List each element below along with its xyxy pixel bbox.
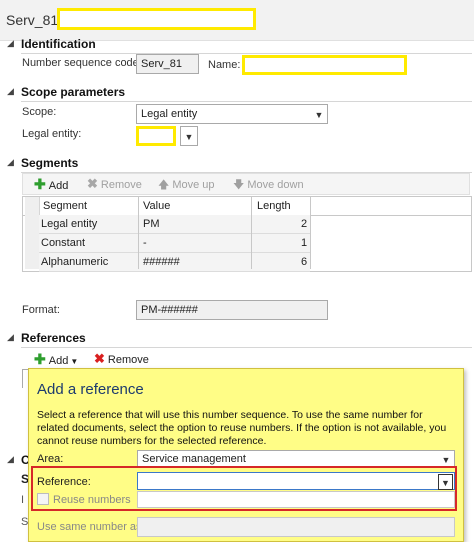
add-segment-button[interactable]: ✚ Add — [34, 176, 68, 193]
add-reference-popup: Add a reference Select a reference that … — [28, 368, 464, 542]
section-divider — [21, 53, 472, 54]
delete-x-icon: ✖ — [87, 176, 98, 191]
move-up-button[interactable]: 🡅 Move up — [158, 176, 215, 195]
section-scope-parameters[interactable]: ◢ Scope parameters — [0, 84, 474, 102]
name-field[interactable] — [242, 55, 407, 75]
segment-cell[interactable]: Alphanumeric — [41, 256, 108, 268]
scope-value: Legal entity — [141, 108, 198, 120]
number-sequence-code-label: Number sequence code: — [22, 57, 142, 69]
row-selector-column — [25, 197, 40, 269]
move-down-button[interactable]: 🡇 Move down — [233, 176, 304, 195]
collapse-caret-icon[interactable]: ◢ — [7, 38, 14, 49]
section-title: References — [21, 331, 86, 345]
column-header-value[interactable]: Value — [143, 200, 170, 212]
column-divider — [251, 197, 252, 269]
length-cell[interactable]: 2 — [301, 218, 307, 230]
value-cell[interactable]: PM — [143, 218, 160, 230]
dropdown-arrow-icon: ▼ — [70, 357, 79, 366]
use-same-number-field[interactable] — [137, 517, 455, 537]
scope-dropdown[interactable]: Legal entity ▼ — [136, 104, 328, 124]
remove-reference-button[interactable]: ✖ Remove — [94, 351, 149, 367]
name-label: Name: — [208, 59, 241, 71]
length-cell[interactable]: 6 — [301, 256, 307, 268]
arrow-up-icon: 🡅 — [158, 179, 170, 191]
segment-cell[interactable]: Constant — [41, 237, 85, 249]
section-references[interactable]: ◢ References — [0, 330, 474, 348]
number-sequence-code-field[interactable]: Serv_81 — [136, 54, 199, 74]
use-same-number-label: Use same number as: — [37, 521, 145, 533]
collapse-caret-icon[interactable]: ◢ — [7, 332, 14, 343]
chevron-down-icon[interactable]: ▼ — [311, 105, 327, 123]
legal-entity-label: Legal entity: — [22, 128, 82, 140]
scope-label: Scope: — [22, 106, 57, 118]
section-title: Segments — [21, 156, 79, 170]
chevron-down-icon[interactable]: ▼ — [181, 127, 197, 145]
column-header-segment[interactable]: Segment — [43, 200, 87, 212]
section-title: Scope parameters — [21, 85, 126, 99]
title-name-field[interactable] — [57, 8, 256, 30]
segments-grid: Segment Value Length Legal entity PM 2 C… — [22, 196, 472, 272]
section-divider — [21, 101, 472, 102]
collapse-caret-icon[interactable]: ◢ — [7, 86, 14, 97]
collapse-caret-icon[interactable]: ◢ — [7, 157, 14, 168]
area-label: Area: — [37, 453, 64, 465]
legal-entity-dropdown-button[interactable]: ▼ — [180, 126, 198, 146]
section-identification[interactable]: ◢ Identification — [0, 36, 474, 54]
section-divider — [21, 347, 472, 348]
plus-icon: ✚ — [34, 351, 46, 367]
column-header-length[interactable]: Length — [257, 200, 291, 212]
column-divider — [310, 197, 311, 269]
add-reference-button[interactable]: ✚ Add ▼ — [34, 351, 78, 368]
segment-cell[interactable]: Legal entity — [41, 218, 97, 230]
chevron-down-icon[interactable]: ▼ — [438, 451, 454, 467]
popup-description: Select a reference that will use this nu… — [37, 409, 447, 447]
section-title: Identification — [21, 37, 96, 51]
column-divider — [138, 197, 139, 269]
section-segments[interactable]: ◢ Segments — [0, 155, 474, 173]
delete-x-icon: ✖ — [94, 351, 105, 366]
plus-icon: ✚ — [34, 176, 46, 192]
highlight-box — [31, 466, 457, 511]
legal-entity-field[interactable] — [136, 126, 176, 146]
length-cell[interactable]: 1 — [301, 237, 307, 249]
covered-label-fragment: I — [21, 494, 25, 506]
arrow-down-icon: 🡇 — [233, 179, 245, 191]
format-field: PM-###### — [136, 300, 328, 320]
remove-segment-button[interactable]: ✖ Remove — [87, 176, 142, 192]
section-collapsed[interactable]: ◢ C — [0, 452, 30, 470]
value-cell[interactable]: - — [143, 237, 147, 249]
area-value: Service management — [142, 453, 246, 465]
value-cell[interactable]: ###### — [143, 256, 180, 268]
collapse-caret-icon[interactable]: ◢ — [7, 454, 14, 465]
format-label: Format: — [22, 304, 60, 316]
grid-header — [23, 197, 471, 216]
popup-title: Add a reference — [37, 381, 144, 398]
